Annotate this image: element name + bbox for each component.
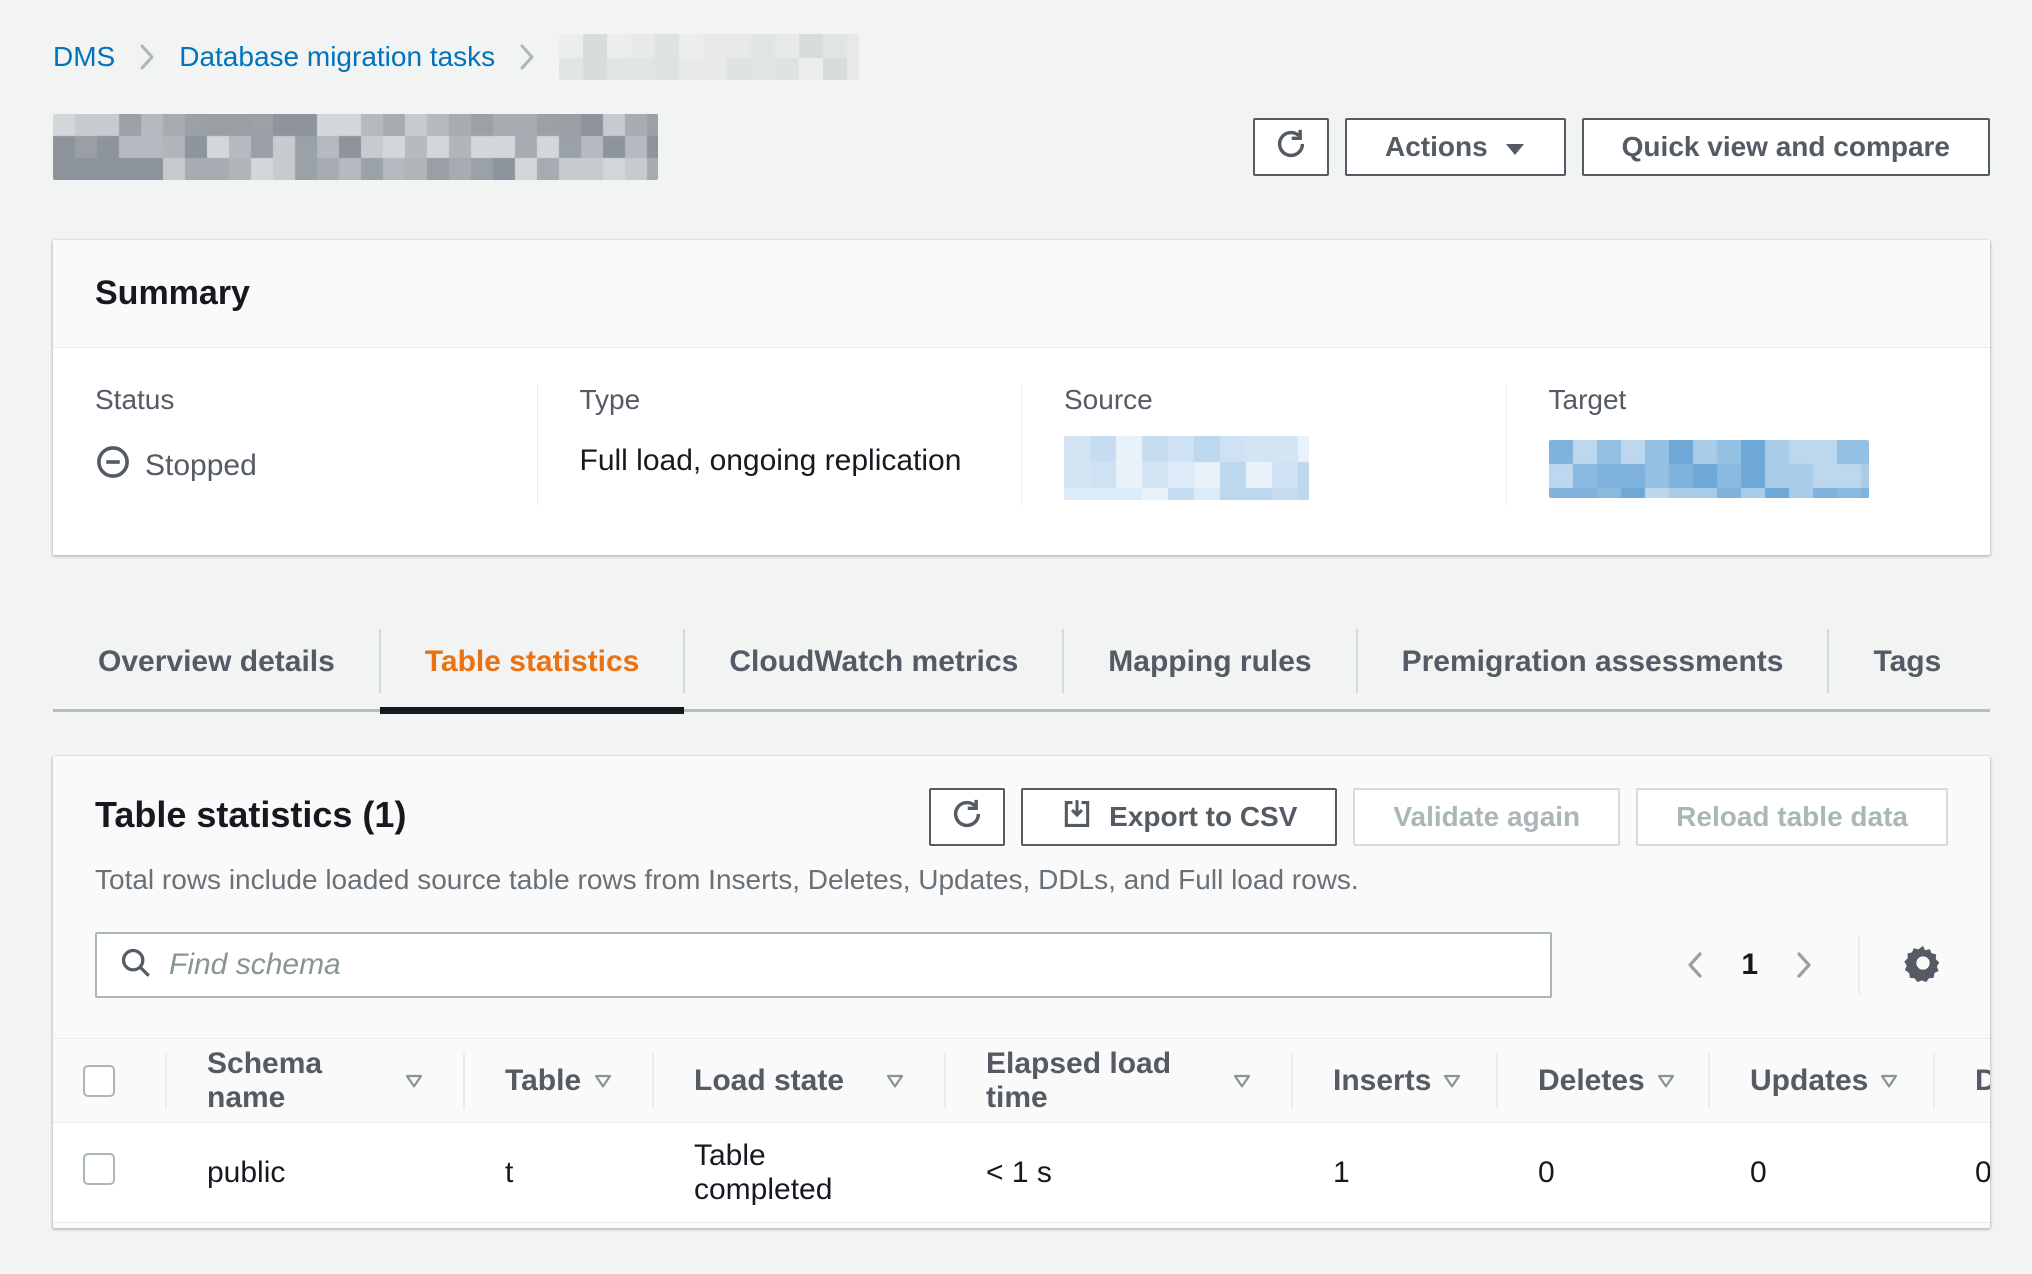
source-label: Source [1064, 384, 1506, 416]
task-tabs: Overview details Table statistics CloudW… [53, 623, 1990, 712]
column-header-inserts[interactable]: Inserts [1291, 1039, 1496, 1122]
pager-divider [1858, 936, 1860, 994]
refresh-button[interactable] [1253, 118, 1329, 176]
panel-actions: Export to CSV Validate again Reload tabl… [929, 788, 1948, 846]
panel-title: Table statistics (1) [95, 788, 406, 836]
quick-view-label: Quick view and compare [1622, 131, 1950, 163]
status-value: Stopped [95, 444, 537, 488]
quick-view-and-compare-button[interactable]: Quick view and compare [1582, 118, 1990, 176]
sort-triangle-icon [886, 1074, 904, 1088]
select-all-cell [53, 1039, 165, 1122]
validate-again-button[interactable]: Validate again [1353, 788, 1620, 846]
status-text: Stopped [145, 449, 257, 483]
page-header: Actions Quick view and compare [53, 114, 1990, 180]
download-icon [1061, 798, 1093, 837]
schema-search-box[interactable] [95, 932, 1552, 998]
tab-tags[interactable]: Tags [1828, 623, 1986, 709]
gear-icon [1902, 942, 1944, 989]
search-icon [119, 946, 153, 985]
row-checkbox[interactable] [83, 1153, 115, 1185]
cell-load-state: Table completed [652, 1139, 944, 1207]
panel-description: Total rows include loaded source table r… [95, 864, 1948, 896]
chevron-right-icon [137, 42, 157, 72]
breadcrumb: DMS Database migration tasks [53, 34, 1990, 80]
column-header-deletes[interactable]: Deletes [1496, 1039, 1708, 1122]
sort-triangle-icon [1880, 1074, 1898, 1088]
actions-button[interactable]: Actions [1345, 118, 1566, 176]
summary-card: Summary Status Stopped Type Full load, o… [53, 240, 1990, 555]
current-page-number[interactable]: 1 [1741, 948, 1758, 982]
chevron-right-icon [517, 42, 537, 72]
sort-triangle-icon [594, 1074, 612, 1088]
column-header-updates[interactable]: Updates [1708, 1039, 1933, 1122]
target-label: Target [1549, 384, 1991, 416]
cell-elapsed-load-time: < 1 s [944, 1156, 1291, 1190]
find-schema-input[interactable] [169, 948, 1528, 982]
target-link-redacted[interactable] [1549, 440, 1869, 498]
cell-deletes: 0 [1496, 1156, 1708, 1190]
cell-schema-name: public [165, 1156, 463, 1190]
table-row: public t Table completed < 1 s 1 0 0 0 [53, 1123, 1990, 1223]
select-all-checkbox[interactable] [83, 1065, 115, 1097]
refresh-icon [949, 796, 985, 839]
summary-card-body: Status Stopped Type Full load, ongoing r… [53, 348, 1990, 555]
column-header-schema-name[interactable]: Schema name [165, 1039, 463, 1122]
page-title-redacted [53, 114, 658, 180]
column-header-ddls-clipped[interactable]: D [1933, 1039, 1990, 1122]
summary-source-column: Source [1021, 384, 1506, 505]
sort-triangle-icon [405, 1074, 423, 1088]
column-header-table[interactable]: Table [463, 1039, 652, 1122]
reload-label: Reload table data [1676, 801, 1908, 833]
row-select-cell [53, 1153, 165, 1193]
header-actions: Actions Quick view and compare [1253, 118, 1990, 176]
panel-top: Table statistics (1) Export to CSV [53, 756, 1990, 998]
caret-down-icon [1504, 131, 1526, 163]
tab-cloudwatch-metrics[interactable]: CloudWatch metrics [684, 623, 1063, 709]
tab-premigration-assessments[interactable]: Premigration assessments [1357, 623, 1829, 709]
column-header-load-state[interactable]: Load state [652, 1039, 944, 1122]
tab-table-statistics[interactable]: Table statistics [380, 623, 685, 709]
refresh-icon [1273, 126, 1309, 169]
actions-button-label: Actions [1385, 131, 1488, 163]
type-value: Full load, ongoing replication [580, 444, 1022, 478]
table-header-row: Schema name Table Load state [53, 1039, 1990, 1123]
cell-ddls-clipped: 0 [1933, 1156, 1990, 1190]
validate-label: Validate again [1393, 801, 1580, 833]
column-header-elapsed-load-time[interactable]: Elapsed load time [944, 1039, 1291, 1122]
tab-overview-details[interactable]: Overview details [53, 623, 380, 709]
status-label: Status [95, 384, 537, 416]
tab-mapping-rules[interactable]: Mapping rules [1063, 623, 1356, 709]
breadcrumb-link-tasks[interactable]: Database migration tasks [179, 41, 495, 73]
summary-card-title: Summary [53, 240, 1990, 348]
table-statistics-table: Schema name Table Load state [53, 1038, 1990, 1223]
table-statistics-panel: Table statistics (1) Export to CSV [53, 756, 1990, 1228]
sort-triangle-icon [1657, 1074, 1675, 1088]
export-to-csv-button[interactable]: Export to CSV [1021, 788, 1337, 846]
type-label: Type [580, 384, 1022, 416]
sort-triangle-icon [1443, 1074, 1461, 1088]
table-refresh-button[interactable] [929, 788, 1005, 846]
breadcrumb-current-redacted [559, 34, 859, 80]
export-label: Export to CSV [1109, 801, 1297, 833]
preferences-button[interactable] [1898, 940, 1948, 991]
summary-status-column: Status Stopped [53, 384, 537, 505]
search-row: 1 [95, 932, 1948, 998]
cell-updates: 0 [1708, 1156, 1933, 1190]
cell-table: t [463, 1156, 652, 1190]
source-link-redacted[interactable] [1064, 436, 1309, 500]
summary-type-column: Type Full load, ongoing replication [537, 384, 1022, 505]
previous-page-button[interactable] [1679, 945, 1711, 985]
circle-minus-icon [95, 444, 131, 488]
reload-table-data-button[interactable]: Reload table data [1636, 788, 1948, 846]
pagination: 1 [1679, 936, 1948, 994]
breadcrumb-link-dms[interactable]: DMS [53, 41, 115, 73]
sort-triangle-icon [1233, 1074, 1251, 1088]
cell-inserts: 1 [1291, 1156, 1496, 1190]
next-page-button[interactable] [1788, 945, 1820, 985]
summary-target-column: Target [1506, 384, 1991, 505]
dms-task-page: DMS Database migration tasks Actions [0, 0, 2032, 1228]
